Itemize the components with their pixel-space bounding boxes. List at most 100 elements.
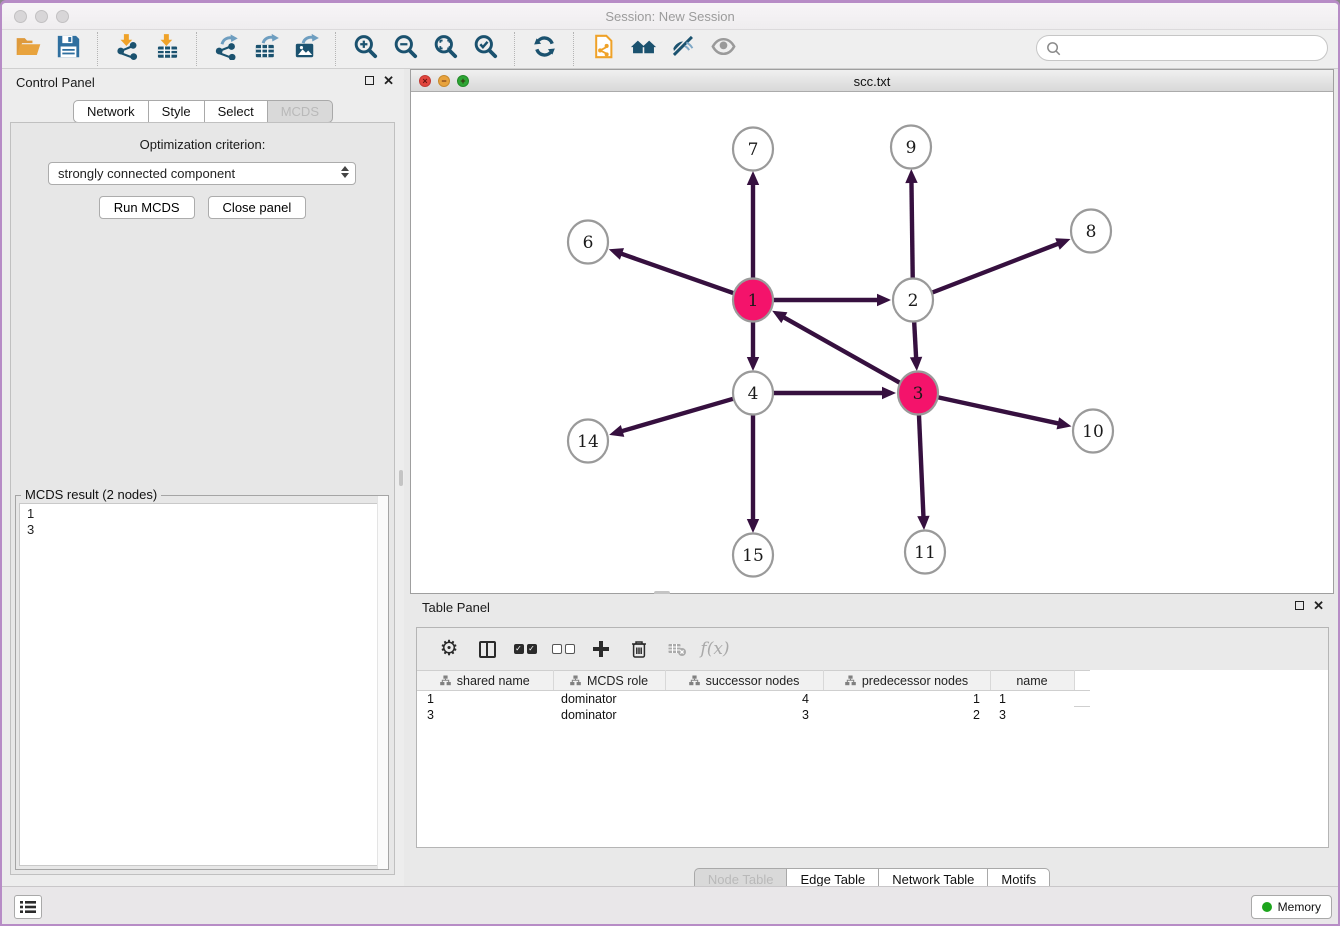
export-table-button[interactable] [248, 32, 284, 66]
result-scrollbar[interactable] [377, 496, 388, 869]
export-image-icon [293, 33, 320, 65]
splitter-handle-vertical[interactable] [399, 470, 403, 486]
float-panel-icon[interactable] [365, 76, 374, 85]
open-folder-icon [15, 33, 42, 65]
zoom-in-button[interactable] [347, 32, 383, 66]
table-cell[interactable]: 4 [665, 691, 823, 707]
run-mcds-button[interactable]: Run MCDS [99, 196, 195, 219]
row-filler [1074, 691, 1090, 707]
graph-node-label: 2 [908, 291, 919, 311]
zoom-fit-button[interactable] [427, 32, 463, 66]
mcds-result-text[interactable]: 1 3 [19, 503, 385, 866]
table-settings-button[interactable]: ⚙ [430, 630, 468, 668]
table-row[interactable]: 1dominator411 [417, 691, 1090, 707]
table-cell[interactable]: 1 [417, 691, 553, 707]
zoom-fit-icon [432, 33, 459, 65]
edge-arrowhead [877, 294, 891, 306]
search-field[interactable] [1036, 35, 1328, 61]
zoom-selected-button[interactable] [467, 32, 503, 66]
refresh-button[interactable] [526, 32, 562, 66]
graph-edge[interactable] [618, 253, 735, 294]
open-session-button[interactable] [10, 32, 46, 66]
mcds-panel: Optimization criterion: strongly connect… [10, 122, 395, 875]
show-view-button[interactable] [705, 32, 741, 66]
export-image-button[interactable] [288, 32, 324, 66]
node-table-container: ⚙ ✓✓ f(x) shared name MCDS role [416, 627, 1329, 848]
memory-button[interactable]: Memory [1251, 895, 1332, 919]
save-floppy-icon [55, 33, 82, 65]
refresh-icon [531, 33, 558, 65]
tab-style[interactable]: Style [148, 100, 205, 123]
hierarchy-icon [689, 675, 700, 686]
search-input[interactable] [1062, 41, 1327, 56]
main-toolbar [2, 30, 1338, 69]
table-cell[interactable]: 3 [417, 707, 553, 723]
close-table-panel-icon[interactable]: ✕ [1313, 600, 1324, 611]
function-builder-button[interactable]: f(x) [696, 630, 734, 668]
graph-edge[interactable] [619, 398, 735, 432]
edge-arrowhead [917, 516, 929, 530]
graph-edge[interactable] [937, 397, 1062, 424]
unchecked-boxes-icon [552, 644, 575, 654]
criterion-select[interactable]: strongly connected component [48, 162, 356, 185]
edge-arrowhead [747, 519, 759, 533]
mcds-result-title: MCDS result (2 nodes) [21, 487, 161, 502]
tab-network[interactable]: Network [73, 100, 149, 123]
close-panel-icon[interactable]: ✕ [383, 75, 394, 86]
home-layout-button[interactable] [625, 32, 661, 66]
toolbar-separator [97, 32, 98, 66]
graph-edge[interactable] [781, 316, 902, 384]
network-canvas[interactable]: 7968124314101511 [411, 92, 1333, 593]
table-panel: Table Panel ✕ ⚙ ✓✓ f(x) [410, 594, 1334, 886]
import-network-button[interactable] [109, 32, 145, 66]
close-panel-button[interactable]: Close panel [208, 196, 307, 219]
select-all-button[interactable]: ✓✓ [506, 630, 544, 668]
save-session-button[interactable] [50, 32, 86, 66]
tab-mcds[interactable]: MCDS [267, 100, 333, 123]
network-graph[interactable]: 7968124314101511 [411, 92, 1333, 594]
edge-arrowhead [747, 171, 759, 185]
table-cell[interactable]: 2 [823, 707, 990, 723]
col-shared-name[interactable]: shared name [417, 671, 553, 691]
table-cell[interactable]: dominator [553, 707, 665, 723]
table-row[interactable]: 3dominator323 [417, 707, 1090, 723]
graph-edge[interactable] [914, 319, 916, 361]
col-name[interactable]: name [990, 671, 1074, 691]
graph-node-label: 3 [913, 384, 924, 404]
copy-network-button[interactable] [585, 32, 621, 66]
clear-selection-button[interactable] [544, 630, 582, 668]
graph-edge[interactable] [931, 243, 1061, 294]
export-network-button[interactable] [208, 32, 244, 66]
zoom-out-button[interactable] [387, 32, 423, 66]
graph-node-label: 8 [1086, 222, 1097, 242]
graph-node-label: 10 [1082, 422, 1104, 442]
search-icon [1045, 40, 1062, 57]
col-predecessor-nodes[interactable]: predecessor nodes [823, 671, 990, 691]
add-column-button[interactable] [582, 630, 620, 668]
graph-edge[interactable] [911, 179, 912, 281]
table-cell[interactable]: 3 [990, 707, 1074, 723]
table-cell[interactable]: 1 [990, 691, 1074, 707]
table-panel-title: Table Panel [422, 600, 490, 615]
delete-column-button[interactable] [620, 630, 658, 668]
tab-select[interactable]: Select [204, 100, 268, 123]
graph-edge[interactable] [919, 412, 924, 520]
task-history-button[interactable] [14, 895, 42, 919]
graph-node-label: 14 [577, 432, 599, 452]
table-cell[interactable]: dominator [553, 691, 665, 707]
split-columns-button[interactable] [468, 630, 506, 668]
col-mcds-role[interactable]: MCDS role [553, 671, 665, 691]
table-cell[interactable]: 3 [665, 707, 823, 723]
network-window: × − + scc.txt 7968124314101511 [410, 69, 1334, 594]
list-icon [19, 899, 37, 915]
float-table-panel-icon[interactable] [1295, 601, 1304, 610]
hide-view-button[interactable] [665, 32, 701, 66]
export-network-icon [213, 33, 240, 65]
import-table-button[interactable] [149, 32, 185, 66]
table-cell[interactable]: 1 [823, 691, 990, 707]
network-document-icon [590, 33, 617, 65]
plus-icon [591, 639, 611, 659]
delete-table-button[interactable] [658, 630, 696, 668]
network-window-titlebar[interactable]: × − + scc.txt [411, 70, 1333, 92]
col-successor-nodes[interactable]: successor nodes [665, 671, 823, 691]
